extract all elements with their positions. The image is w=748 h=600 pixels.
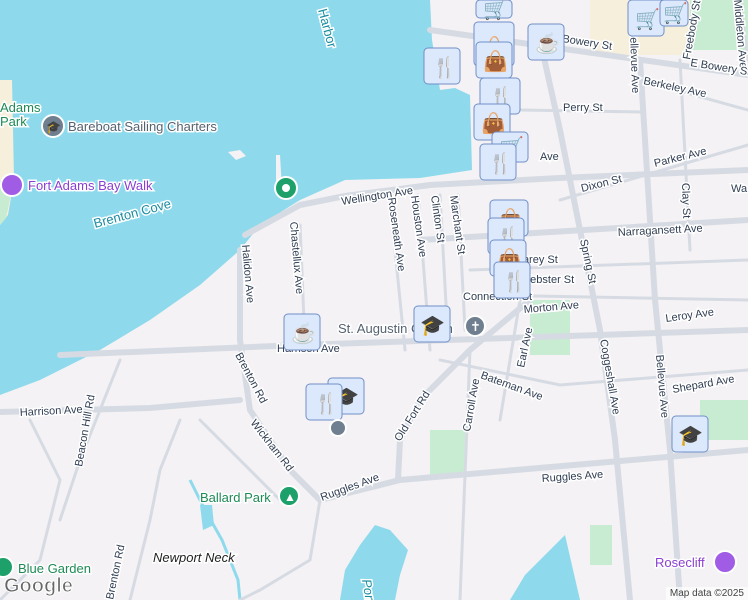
bareboat-sailing-charters-label[interactable]: Bareboat Sailing Charters xyxy=(67,118,219,136)
svg-text:🍴: 🍴 xyxy=(488,151,513,175)
google-logo: Google xyxy=(4,575,74,598)
ballard-park-label[interactable]: Ballard Park xyxy=(199,489,273,507)
park-pin-dot xyxy=(282,184,290,192)
coffee-marker[interactable]: ☕ xyxy=(527,23,565,61)
street-label: Wellington Ave xyxy=(341,185,414,208)
street-label: Ave xyxy=(540,151,559,163)
pond-2 xyxy=(510,535,580,600)
blue-garden-label[interactable]: Blue Garden xyxy=(17,560,93,578)
svg-text:🛒: 🛒 xyxy=(635,7,660,31)
fort-adams-park-label-2[interactable]: Park xyxy=(0,113,29,131)
street-label: Old Fort Rd xyxy=(392,389,432,444)
svg-text:🍴: 🍴 xyxy=(314,391,339,415)
street-label: Ruggles Ave xyxy=(541,469,603,485)
shopping-bag-marker[interactable]: 👜 xyxy=(475,41,513,79)
svg-text:👜: 👜 xyxy=(481,111,506,135)
street-label: Coggeshall Ave xyxy=(597,338,622,415)
shopping-cart-marker[interactable]: 🛒 xyxy=(475,0,513,21)
svg-text:🍴: 🍴 xyxy=(502,269,527,293)
tree-glyph: ▲ xyxy=(284,490,296,504)
street-label: Spring St xyxy=(577,238,598,285)
graduation-cap-glyph: 🎓 xyxy=(46,120,61,134)
rosecliff-label[interactable]: Rosecliff xyxy=(654,554,707,572)
map-layer: Adams Park 🎓 Bareboat Sailing Charters F… xyxy=(0,0,748,600)
restaurant-marker[interactable]: 🍴 xyxy=(479,143,517,181)
camera-icon[interactable] xyxy=(0,173,24,197)
street-label: Carroll Ave xyxy=(461,378,482,433)
street-label: Harrison Ave xyxy=(20,404,83,419)
svg-text:👜: 👜 xyxy=(483,49,508,73)
svg-text:🎓: 🎓 xyxy=(678,425,703,447)
street-label: Bellevue Ave xyxy=(627,30,641,94)
newport-neck-label: Newport Neck xyxy=(153,550,236,565)
map-attribution[interactable]: Map data ©2025 xyxy=(665,587,748,600)
svg-text:🛒: 🛒 xyxy=(483,0,508,21)
street-label: Wa xyxy=(731,183,748,195)
svg-text:🛒: 🛒 xyxy=(663,1,688,25)
fort-adams-bay-walk-label[interactable]: Fort Adams Bay Walk xyxy=(27,177,155,195)
street-label: Marchant St xyxy=(447,195,467,255)
svg-text:☕: ☕ xyxy=(291,321,316,345)
museum-icon[interactable] xyxy=(713,550,737,574)
street-label: Clay St xyxy=(679,183,692,219)
shopping-cart-marker[interactable]: 🛒 xyxy=(627,0,665,37)
park-green-3 xyxy=(590,525,612,565)
school-marker[interactable]: 🎓 xyxy=(671,415,709,453)
cross-glyph: ✝ xyxy=(470,319,481,334)
restaurant-marker[interactable]: 🍴 xyxy=(493,261,531,299)
coffee-marker[interactable]: ☕ xyxy=(283,313,321,351)
street-label: Roseneath Ave xyxy=(385,197,407,272)
street-label: Perry St xyxy=(563,102,603,114)
restaurant-marker[interactable]: 🍴 xyxy=(305,383,343,421)
post-office-icon[interactable] xyxy=(329,419,347,437)
school-marker[interactable]: 🎓 xyxy=(413,305,451,343)
street-label: Leroy Ave xyxy=(665,306,715,325)
street-label: Wickham Rd xyxy=(248,417,296,474)
park-green-2 xyxy=(430,430,465,475)
street-label: Bellevue Ave xyxy=(653,354,670,418)
flower-icon[interactable] xyxy=(0,556,14,578)
street-label: Berkeley Ave xyxy=(642,75,707,100)
street-label: Houston Ave xyxy=(408,195,429,258)
svg-text:🎓: 🎓 xyxy=(420,315,445,337)
svg-text:🍴: 🍴 xyxy=(432,55,457,79)
map-canvas[interactable]: Adams Park 🎓 Bareboat Sailing Charters F… xyxy=(0,0,748,600)
pond-3 xyxy=(200,505,214,530)
street-label: Clinton St xyxy=(428,195,447,244)
fort-adams-park-label[interactable]: Adams xyxy=(0,99,42,117)
shopping-cart-marker[interactable]: 🛒 xyxy=(659,0,689,27)
street-label: Chastellux Ave xyxy=(287,221,305,294)
svg-text:☕: ☕ xyxy=(535,31,560,55)
street-label: Brenton Rd xyxy=(104,544,127,600)
restaurant-marker[interactable]: 🍴 xyxy=(423,47,461,85)
